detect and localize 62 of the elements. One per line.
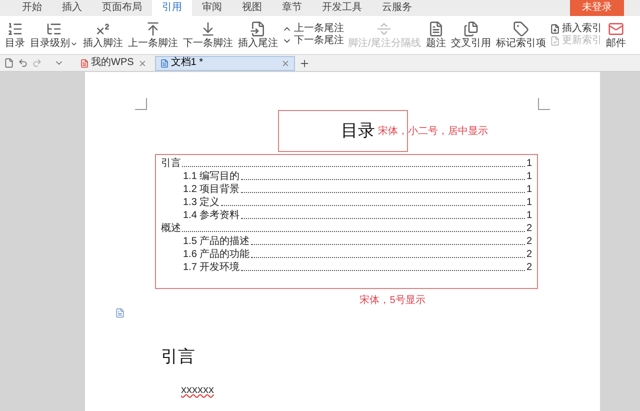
close-icon[interactable] <box>280 58 290 68</box>
annotation-text: 宋体，小二号，居中显示 <box>378 124 488 138</box>
ribbon-button[interactable]: 插入尾注 <box>237 21 279 49</box>
toc-entry[interactable]: 1.4 参考资料 1 <box>161 209 532 222</box>
toc-entry[interactable]: 1.2 项目背景 1 <box>161 183 532 196</box>
arrow-down-icon <box>200 21 216 37</box>
toc-entry[interactable]: 1.1 编写目的 1 <box>161 170 532 183</box>
ribbon-button[interactable]: 目录 <box>4 21 26 49</box>
document-icon <box>250 21 266 37</box>
corner-mark <box>135 98 147 110</box>
file-plus-icon <box>550 24 560 34</box>
menu-tab[interactable]: 云服务 <box>372 0 422 16</box>
menu-tab[interactable]: 引用 <box>152 0 192 16</box>
ribbon-button[interactable]: 上一条脚注 <box>127 21 179 49</box>
documents-icon <box>462 21 479 37</box>
tree-list-icon <box>46 21 62 37</box>
file-check-icon <box>550 36 560 46</box>
toc-entry[interactable]: 1.7 开发环境 2 <box>161 261 532 274</box>
paragraph-icon[interactable] <box>115 308 125 318</box>
arrow-up-icon <box>145 21 161 37</box>
ribbon-small-button[interactable]: 下一条尾注 <box>282 36 344 46</box>
toc-title: 目录 <box>341 120 375 142</box>
menu-tab[interactable]: 开发工具 <box>312 0 372 16</box>
menu-tab[interactable]: 开始 <box>12 0 52 16</box>
document-tab[interactable]: 文档1 * <box>154 56 295 70</box>
annotation-text: 宋体，5号显示 <box>360 294 426 308</box>
corner-mark <box>538 98 550 110</box>
menu-tab[interactable]: 审阅 <box>192 0 232 16</box>
toc-entry[interactable]: 引言 1 <box>161 157 532 170</box>
superscript-icon <box>95 21 111 37</box>
menu-tab[interactable]: 视图 <box>232 0 272 16</box>
body-text: xxxxxx <box>181 382 215 398</box>
heading: 引言 <box>161 346 196 368</box>
toc-entry[interactable]: 1.5 产品的描述 2 <box>161 235 532 248</box>
tag-icon <box>512 21 529 37</box>
envelope-icon <box>608 21 624 37</box>
add-tab-icon[interactable] <box>298 58 310 68</box>
menu-tab[interactable]: 章节 <box>272 0 312 16</box>
menu-tab[interactable]: 插入 <box>52 0 92 16</box>
separator-icon <box>376 21 392 37</box>
undo-icon[interactable] <box>18 58 28 68</box>
document-tab[interactable]: 我的WPS <box>76 56 151 70</box>
toc-entry[interactable]: 1.6 产品的功能 2 <box>161 248 532 261</box>
ribbon-button[interactable]: 下一条脚注 <box>182 21 234 49</box>
toc-entry[interactable]: 1.3 定义 1 <box>161 196 532 209</box>
document-icon <box>160 58 169 68</box>
ribbon-button[interactable]: 标记索引项 <box>494 21 547 49</box>
list-icon <box>7 21 23 37</box>
ribbon-small-button[interactable]: 上一条尾注 <box>282 24 344 34</box>
menu-tab[interactable]: 页面布局 <box>92 0 152 16</box>
document-icon <box>428 21 444 37</box>
ribbon-button[interactable]: 邮件 <box>604 21 627 49</box>
close-icon[interactable] <box>138 58 147 68</box>
ribbon-button[interactable]: 题注 <box>424 21 447 49</box>
dropdown-button[interactable]: 目录级别 <box>29 21 79 49</box>
ribbon-button[interactable]: 交叉引用 <box>450 21 492 49</box>
ribbon-small-button[interactable]: 插入索引 <box>550 24 602 34</box>
caret-icon <box>70 40 78 48</box>
file-icon[interactable] <box>4 58 14 68</box>
toc-entry[interactable]: 概述 2 <box>161 222 532 235</box>
logo-icon <box>80 58 89 68</box>
ribbon-button[interactable]: 插入脚注 <box>82 21 124 49</box>
